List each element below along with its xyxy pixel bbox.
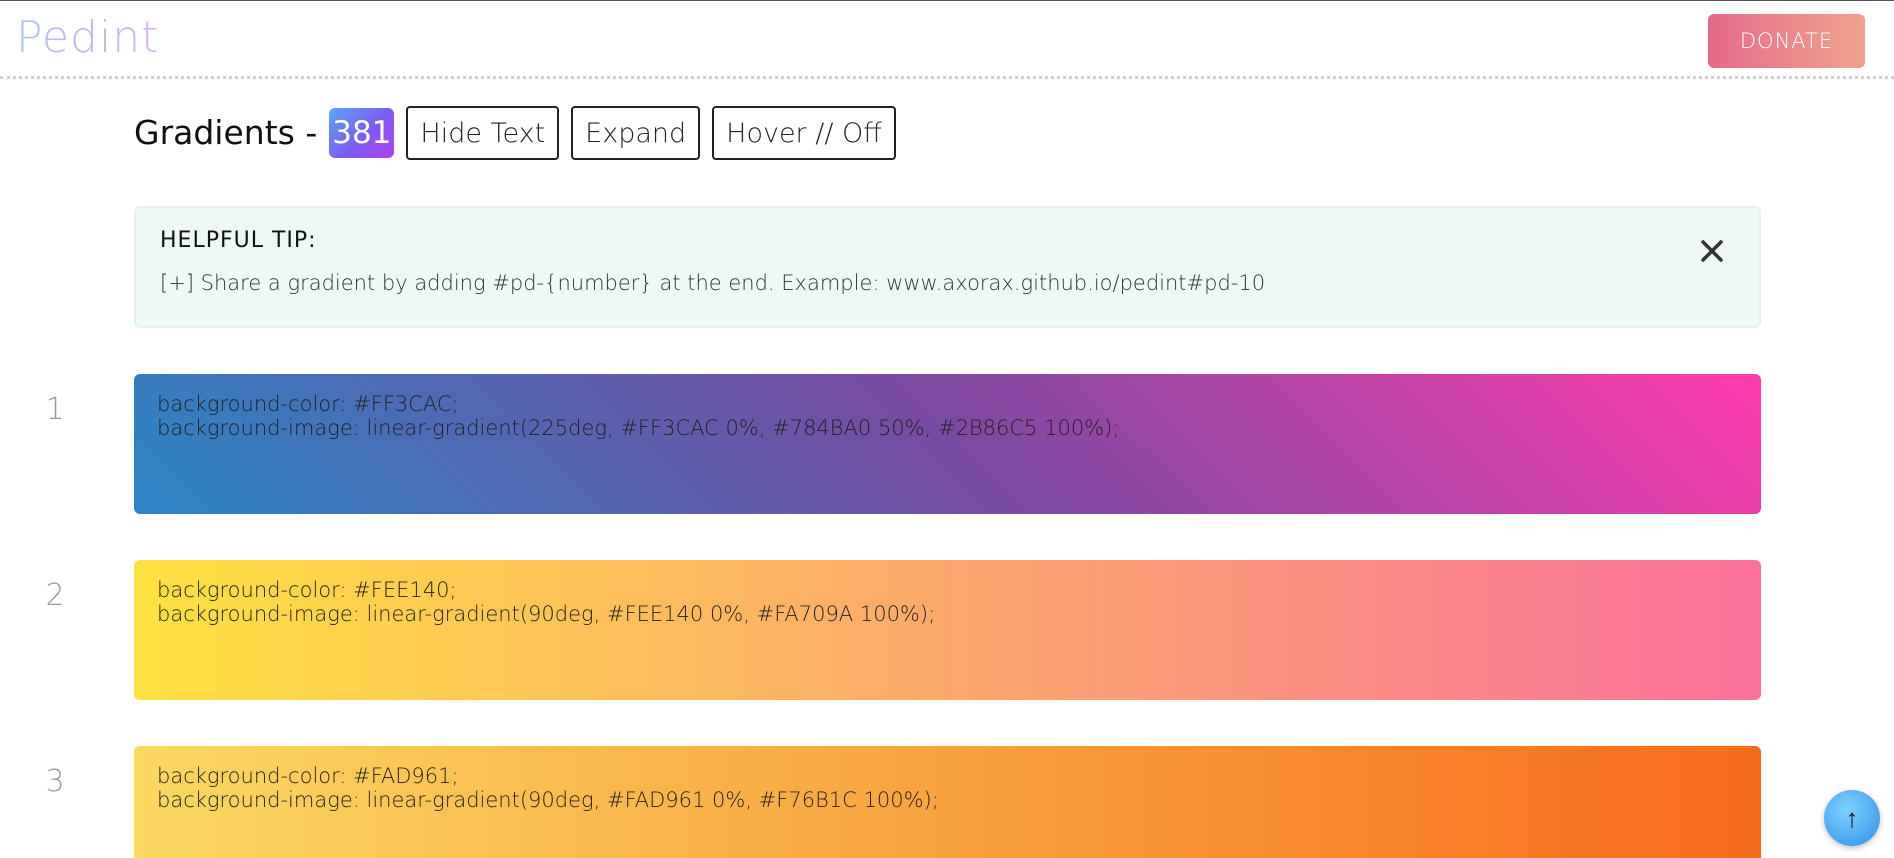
scroll-to-top-button[interactable]: ↑ — [1824, 790, 1880, 846]
site-header: Pedint DONATE — [0, 1, 1894, 79]
gradient-number: 1 — [45, 392, 65, 427]
gradient-card[interactable]: background-color: #FF3CAC; background-im… — [134, 374, 1761, 514]
gradient-card[interactable]: background-color: #FEE140; background-im… — [134, 560, 1761, 700]
tip-text: [+] Share a gradient by adding #pd-{numb… — [160, 271, 1266, 295]
gradient-count-badge: 381 — [329, 108, 395, 158]
gradient-number: 2 — [45, 578, 65, 613]
hide-text-button[interactable]: Hide Text — [406, 106, 560, 160]
arrow-up-icon: ↑ — [1845, 803, 1859, 833]
gradient-css-line: background-color: #FF3CAC; — [157, 392, 459, 416]
gradient-css-line: background-color: #FAD961; — [157, 764, 459, 788]
tip-title: HELPFUL TIP: — [160, 228, 317, 253]
gradients-toolbar: Gradients - 381 Hide Text Expand Hover /… — [134, 105, 908, 161]
brand-logo[interactable]: Pedint — [16, 13, 159, 63]
gradient-css-line: background-color: #FEE140; — [157, 578, 457, 602]
gradient-css-line: background-image: linear-gradient(90deg,… — [157, 602, 936, 626]
gradient-css-line: background-image: linear-gradient(90deg,… — [157, 788, 939, 812]
expand-button[interactable]: Expand — [571, 106, 701, 160]
gradient-css-line: background-image: linear-gradient(225deg… — [157, 416, 1120, 440]
page-title: Gradients - — [134, 113, 318, 152]
donate-button[interactable]: DONATE — [1708, 14, 1865, 68]
close-icon — [1695, 234, 1729, 268]
close-tip-button[interactable] — [1695, 234, 1729, 268]
gradient-number: 3 — [45, 764, 65, 799]
gradient-card[interactable]: background-color: #FAD961; background-im… — [134, 746, 1761, 858]
hover-toggle-button[interactable]: Hover // Off — [712, 106, 896, 160]
helpful-tip-box: HELPFUL TIP: [+] Share a gradient by add… — [134, 206, 1761, 328]
